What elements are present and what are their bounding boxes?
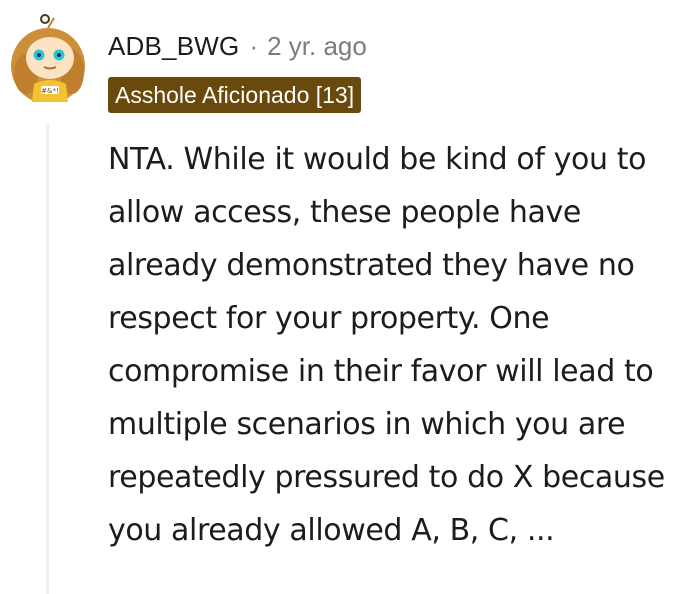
author-username-link[interactable]: ADB_BWG <box>108 31 239 62</box>
svg-text:#&*!: #&*! <box>41 87 59 95</box>
comment-body-text: NTA. While it would be kind of you to al… <box>108 142 665 548</box>
comment: #&*! ADB_BWG · 2 yr. ago Asshole Aficion… <box>0 0 700 594</box>
user-avatar-icon[interactable]: #&*! <box>8 14 96 104</box>
comment-body: NTA. While it would be kind of you to al… <box>108 133 693 557</box>
meta-separator: · <box>249 30 259 61</box>
user-flair-badge: Asshole Aficionado [13] <box>108 77 362 113</box>
comment-meta: ADB_BWG · 2 yr. ago <box>108 29 367 63</box>
thread-collapse-line[interactable] <box>46 124 49 594</box>
comment-timestamp[interactable]: 2 yr. ago <box>267 31 367 62</box>
snoo-avatar-icon: #&*! <box>11 14 85 104</box>
